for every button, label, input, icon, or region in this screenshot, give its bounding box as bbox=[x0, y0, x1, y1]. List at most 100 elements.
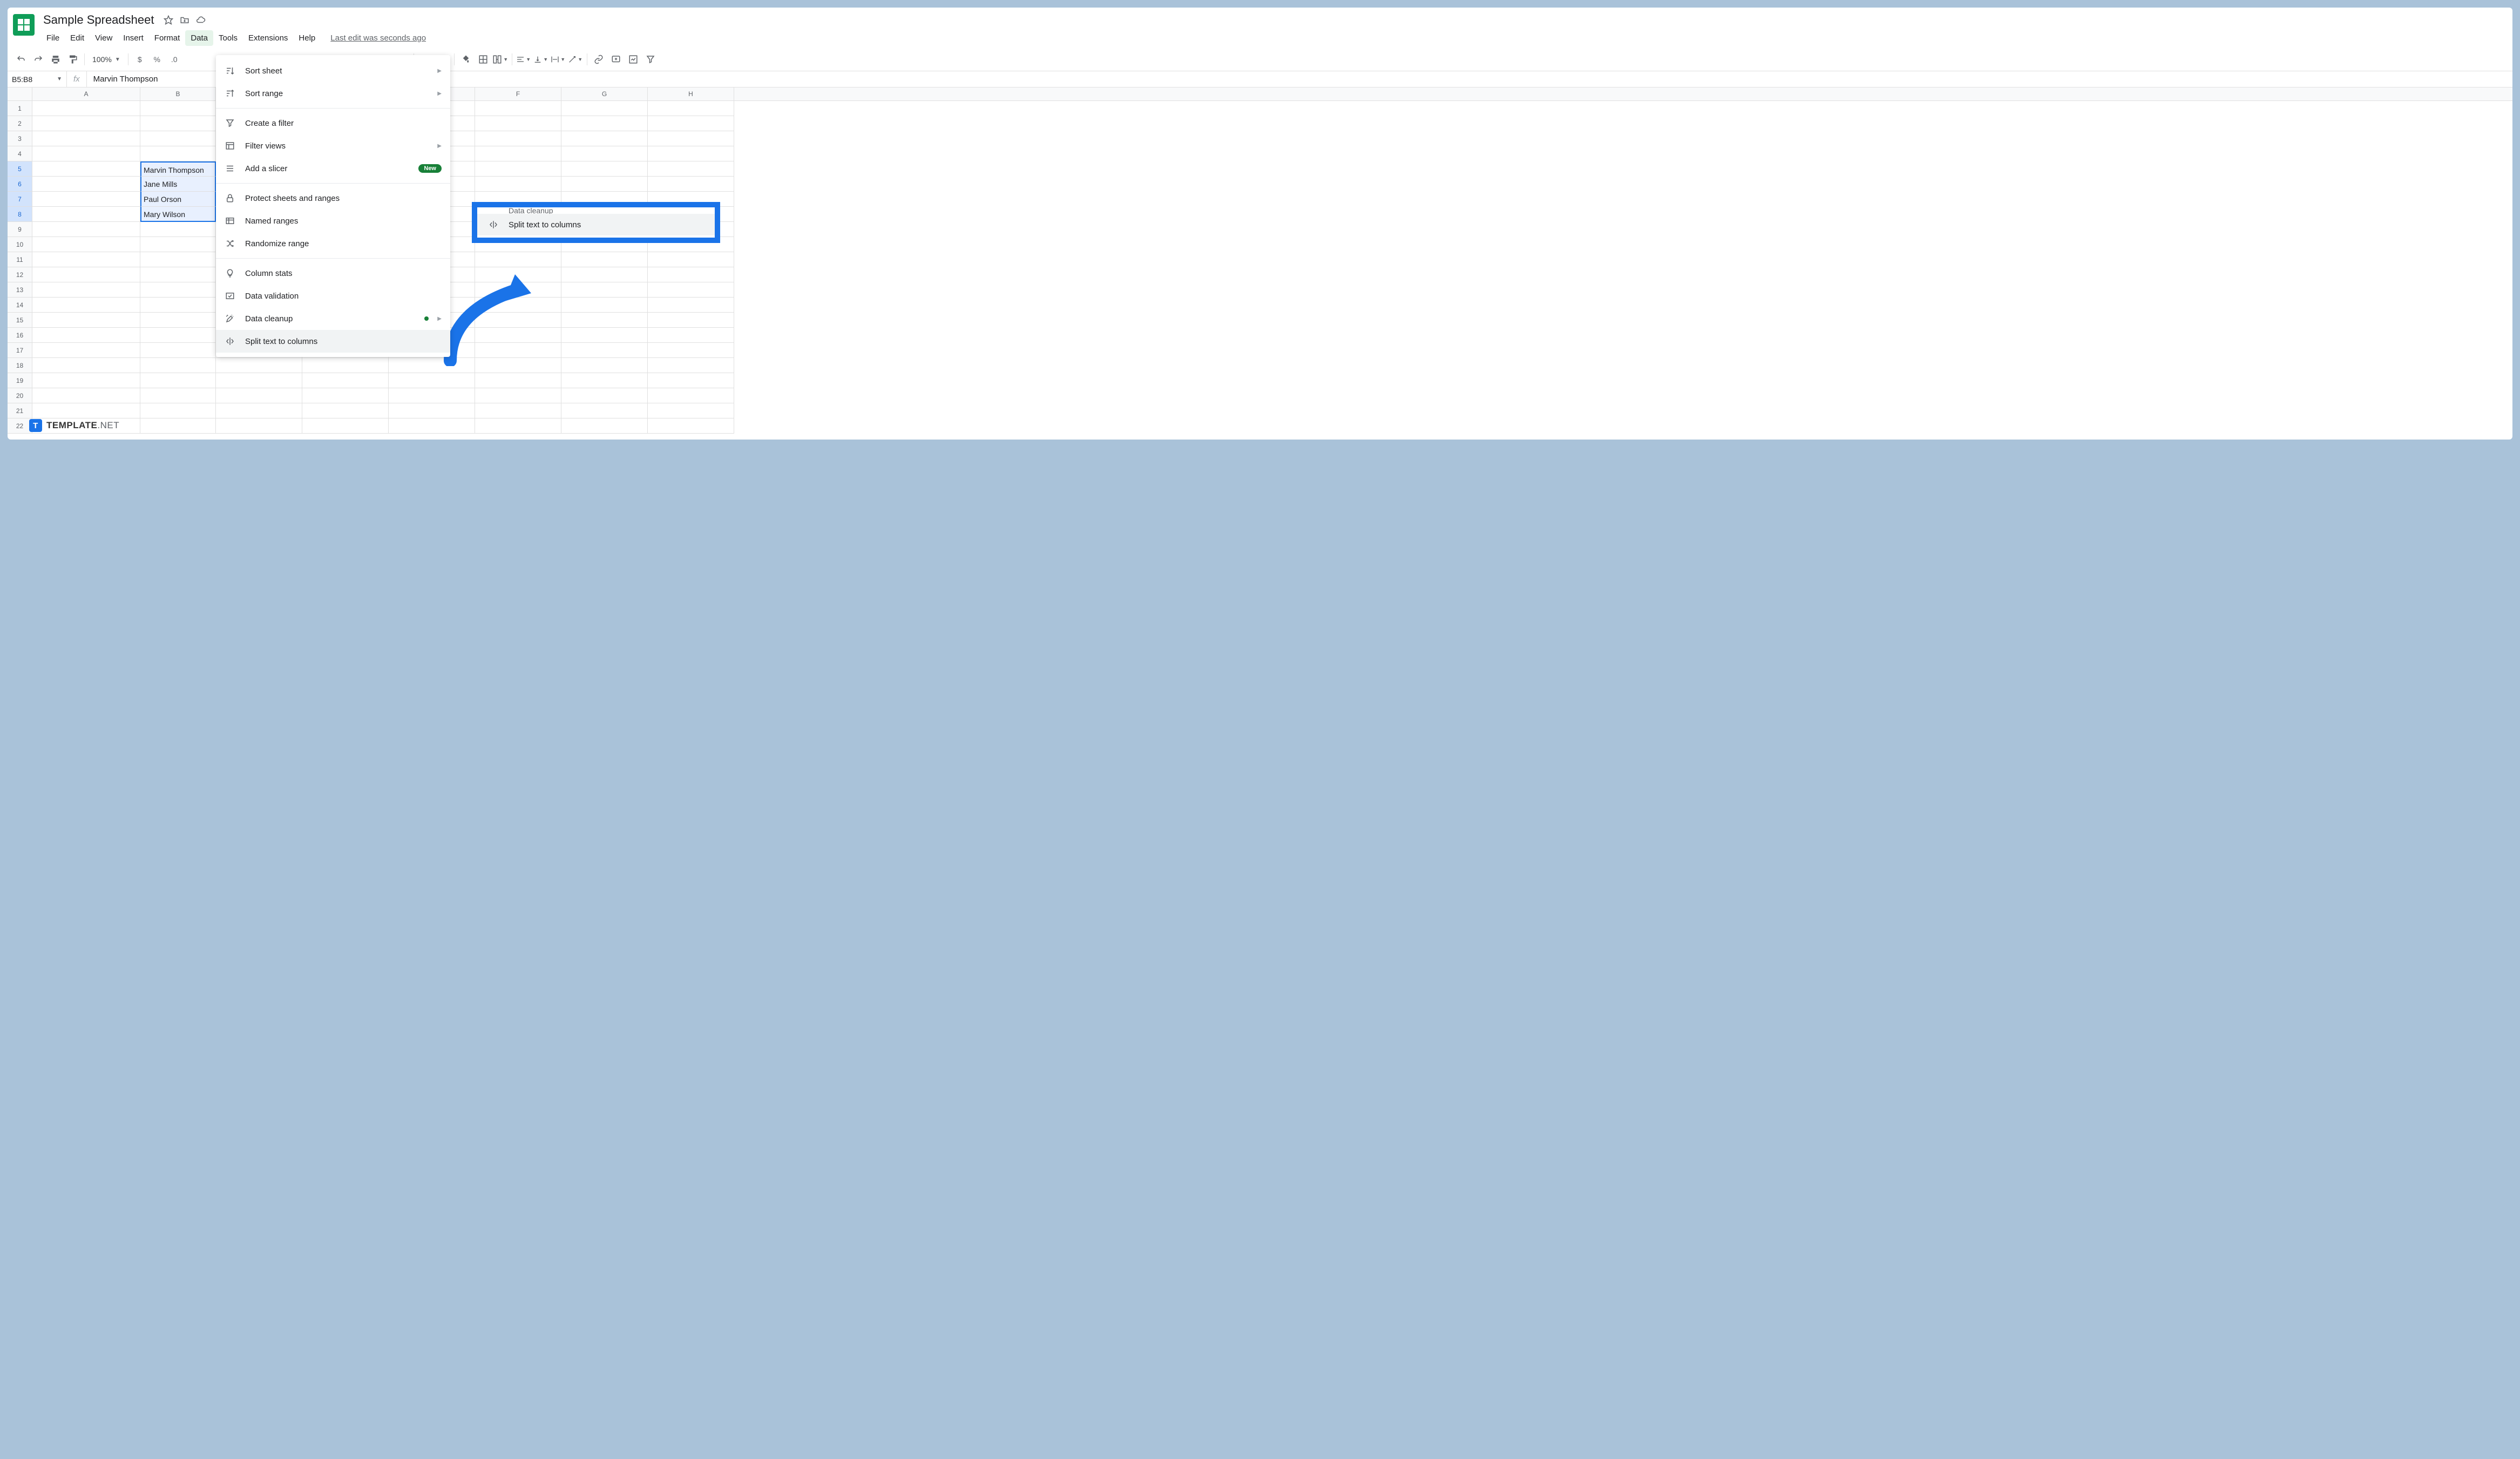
cell-F3[interactable] bbox=[475, 131, 561, 146]
row-header-7[interactable]: 7 bbox=[8, 192, 32, 207]
cell-B12[interactable] bbox=[140, 267, 216, 282]
rotate-button[interactable]: ▼ bbox=[567, 51, 584, 67]
cell-A2[interactable] bbox=[32, 116, 140, 131]
cell-F21[interactable] bbox=[475, 403, 561, 418]
cell-G13[interactable] bbox=[561, 282, 648, 298]
cell-G5[interactable] bbox=[561, 161, 648, 177]
row-header-19[interactable]: 19 bbox=[8, 373, 32, 388]
cell-D21[interactable] bbox=[302, 403, 389, 418]
col-header-H[interactable]: H bbox=[648, 87, 734, 100]
filter-toolbar-button[interactable] bbox=[642, 51, 659, 67]
cell-H6[interactable] bbox=[648, 177, 734, 192]
cell-A13[interactable] bbox=[32, 282, 140, 298]
cell-G20[interactable] bbox=[561, 388, 648, 403]
menu-item-sort-range[interactable]: Sort range▶ bbox=[216, 82, 450, 105]
row-header-20[interactable]: 20 bbox=[8, 388, 32, 403]
cell-B4[interactable] bbox=[140, 146, 216, 161]
cell-A19[interactable] bbox=[32, 373, 140, 388]
cell-H2[interactable] bbox=[648, 116, 734, 131]
col-header-A[interactable]: A bbox=[32, 87, 140, 100]
cell-H11[interactable] bbox=[648, 252, 734, 267]
col-header-G[interactable]: G bbox=[561, 87, 648, 100]
menu-format[interactable]: Format bbox=[149, 30, 186, 46]
menu-item-named-ranges[interactable]: Named ranges bbox=[216, 210, 450, 232]
cell-C20[interactable] bbox=[216, 388, 302, 403]
cell-G19[interactable] bbox=[561, 373, 648, 388]
row-header-4[interactable]: 4 bbox=[8, 146, 32, 161]
cell-G3[interactable] bbox=[561, 131, 648, 146]
cell-H14[interactable] bbox=[648, 298, 734, 313]
menu-item-cleanup[interactable]: Data cleanup▶ bbox=[216, 307, 450, 330]
cell-H13[interactable] bbox=[648, 282, 734, 298]
chart-button[interactable] bbox=[625, 51, 641, 67]
cell-E22[interactable] bbox=[389, 418, 475, 434]
cell-A5[interactable] bbox=[32, 161, 140, 177]
cell-C19[interactable] bbox=[216, 373, 302, 388]
cell-A20[interactable] bbox=[32, 388, 140, 403]
cell-G17[interactable] bbox=[561, 343, 648, 358]
cell-G6[interactable] bbox=[561, 177, 648, 192]
row-header-2[interactable]: 2 bbox=[8, 116, 32, 131]
cell-B18[interactable] bbox=[140, 358, 216, 373]
menu-file[interactable]: File bbox=[41, 30, 65, 46]
document-title[interactable]: Sample Spreadsheet bbox=[41, 12, 156, 28]
callout-main-item[interactable]: Split text to columns bbox=[477, 214, 715, 235]
cell-D22[interactable] bbox=[302, 418, 389, 434]
menu-item-sort-sheet[interactable]: Sort sheet▶ bbox=[216, 59, 450, 82]
cell-B3[interactable] bbox=[140, 131, 216, 146]
cell-B5[interactable]: Marvin Thompson bbox=[140, 161, 216, 177]
borders-button[interactable] bbox=[475, 51, 491, 67]
row-header-12[interactable]: 12 bbox=[8, 267, 32, 282]
cell-F6[interactable] bbox=[475, 177, 561, 192]
cell-H1[interactable] bbox=[648, 101, 734, 116]
row-header-3[interactable]: 3 bbox=[8, 131, 32, 146]
cell-B9[interactable] bbox=[140, 222, 216, 237]
cell-G15[interactable] bbox=[561, 313, 648, 328]
cell-E19[interactable] bbox=[389, 373, 475, 388]
cell-B7[interactable]: Paul Orson bbox=[140, 192, 216, 207]
cell-C18[interactable] bbox=[216, 358, 302, 373]
menu-extensions[interactable]: Extensions bbox=[243, 30, 293, 46]
cell-A14[interactable] bbox=[32, 298, 140, 313]
paint-format-button[interactable] bbox=[65, 51, 81, 67]
redo-button[interactable] bbox=[30, 51, 46, 67]
last-edit-link[interactable]: Last edit was seconds ago bbox=[330, 33, 426, 43]
cell-B13[interactable] bbox=[140, 282, 216, 298]
cell-F22[interactable] bbox=[475, 418, 561, 434]
cell-H19[interactable] bbox=[648, 373, 734, 388]
menu-view[interactable]: View bbox=[90, 30, 118, 46]
cell-A17[interactable] bbox=[32, 343, 140, 358]
menu-item-lock[interactable]: Protect sheets and ranges bbox=[216, 187, 450, 210]
menu-item-slicer[interactable]: Add a slicerNew bbox=[216, 157, 450, 180]
select-all-corner[interactable] bbox=[8, 87, 32, 100]
cell-F1[interactable] bbox=[475, 101, 561, 116]
menu-item-validation[interactable]: Data validation bbox=[216, 285, 450, 307]
cell-G22[interactable] bbox=[561, 418, 648, 434]
cell-G18[interactable] bbox=[561, 358, 648, 373]
cell-A15[interactable] bbox=[32, 313, 140, 328]
cell-B17[interactable] bbox=[140, 343, 216, 358]
cell-A18[interactable] bbox=[32, 358, 140, 373]
row-header-21[interactable]: 21 bbox=[8, 403, 32, 418]
row-header-5[interactable]: 5 bbox=[8, 161, 32, 177]
cell-B22[interactable] bbox=[140, 418, 216, 434]
cell-H12[interactable] bbox=[648, 267, 734, 282]
cell-E21[interactable] bbox=[389, 403, 475, 418]
menu-insert[interactable]: Insert bbox=[118, 30, 149, 46]
cell-G11[interactable] bbox=[561, 252, 648, 267]
cell-C21[interactable] bbox=[216, 403, 302, 418]
menu-item-filter[interactable]: Create a filter bbox=[216, 112, 450, 134]
row-header-14[interactable]: 14 bbox=[8, 298, 32, 313]
row-header-9[interactable]: 9 bbox=[8, 222, 32, 237]
cell-A21[interactable] bbox=[32, 403, 140, 418]
menu-tools[interactable]: Tools bbox=[213, 30, 243, 46]
sheets-logo[interactable] bbox=[13, 14, 35, 36]
comment-button[interactable] bbox=[608, 51, 624, 67]
cell-H17[interactable] bbox=[648, 343, 734, 358]
cell-H20[interactable] bbox=[648, 388, 734, 403]
menu-help[interactable]: Help bbox=[293, 30, 321, 46]
percent-button[interactable]: % bbox=[149, 51, 165, 67]
cell-D20[interactable] bbox=[302, 388, 389, 403]
col-header-B[interactable]: B bbox=[140, 87, 216, 100]
move-icon[interactable] bbox=[180, 15, 189, 25]
